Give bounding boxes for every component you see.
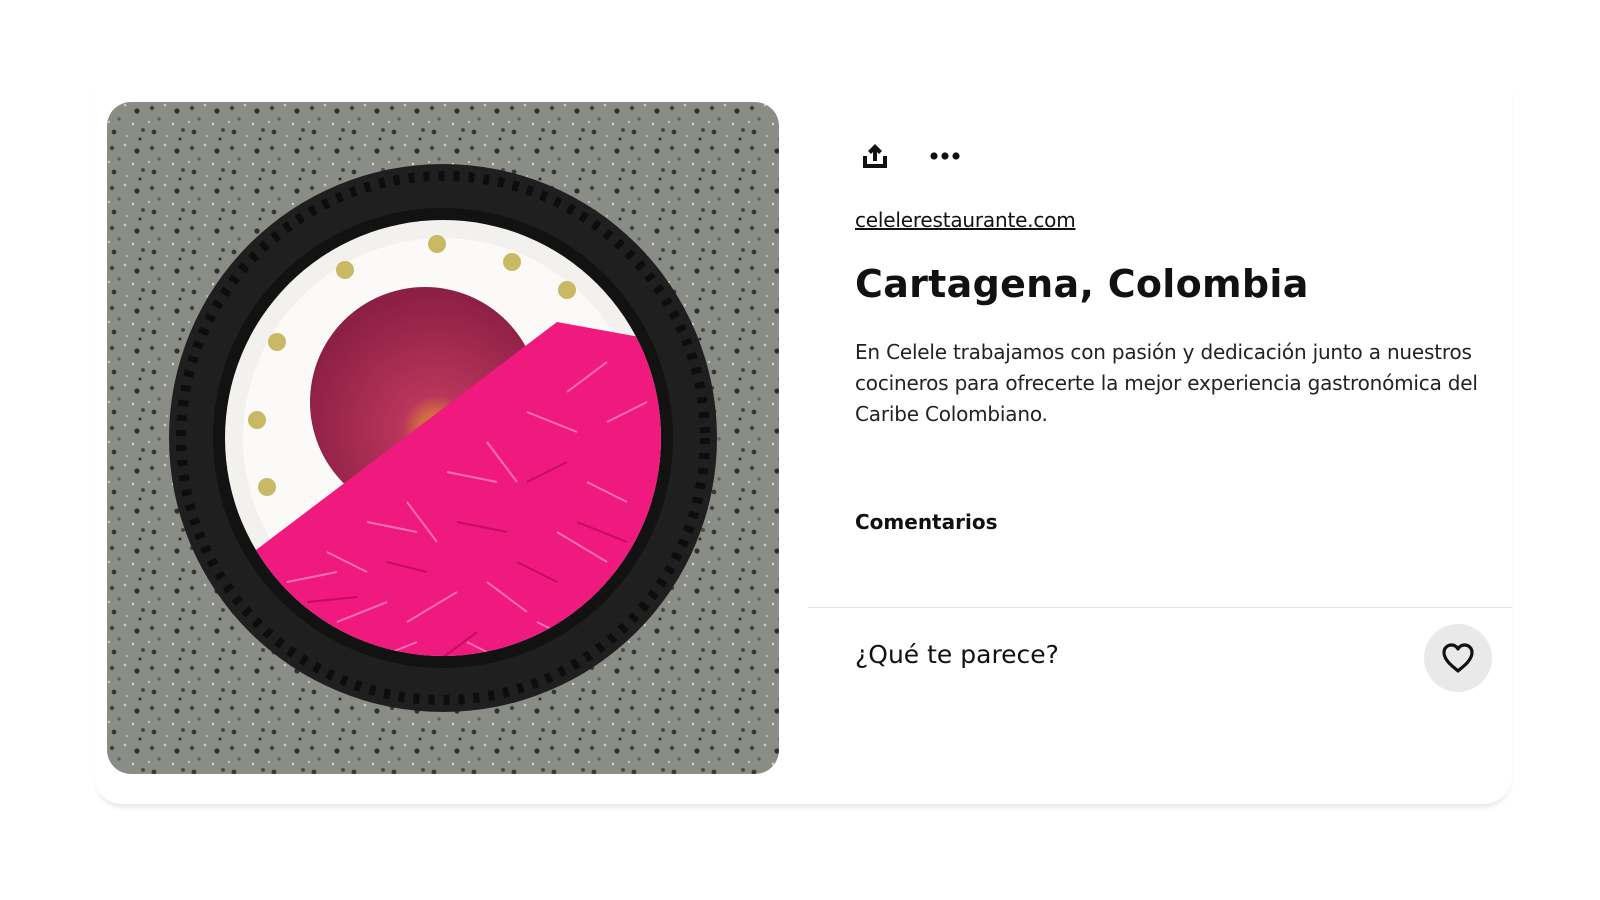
pin-description: En Celele trabajamos con pasión y dedica… <box>855 340 1478 426</box>
more-options-icon <box>930 152 960 160</box>
divider <box>808 607 1512 608</box>
share-icon <box>863 144 887 168</box>
more-options-button[interactable] <box>925 136 965 176</box>
reaction-prompt: ¿Qué te parece? <box>855 640 1059 669</box>
pin-toolbar <box>855 134 965 178</box>
comments-heading[interactable]: Comentarios <box>855 510 997 534</box>
pin-image[interactable] <box>107 102 779 774</box>
share-button[interactable] <box>855 136 895 176</box>
source-link[interactable]: celelerestaurante.com <box>855 208 1076 232</box>
dish-photo <box>107 102 779 774</box>
like-button[interactable] <box>1424 624 1492 692</box>
heart-icon <box>1442 643 1474 673</box>
pin-title: Cartagena, Colombia <box>855 262 1309 306</box>
